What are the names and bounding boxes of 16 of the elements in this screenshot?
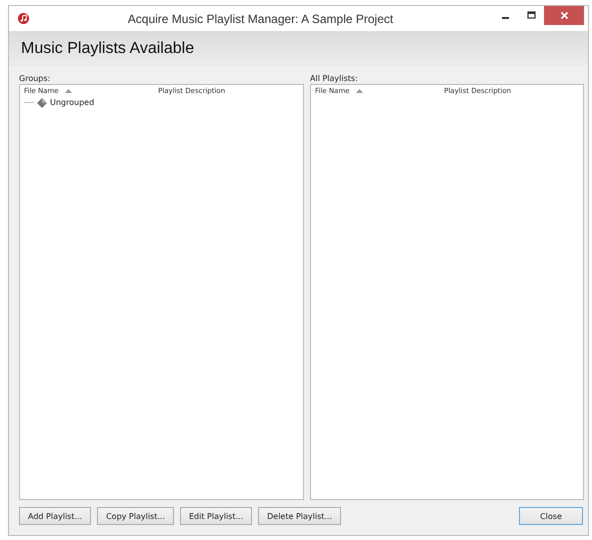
diamond-icon <box>37 98 47 108</box>
list-label: All Playlists: <box>310 74 359 83</box>
close-icon <box>560 11 568 20</box>
action-button[interactable]: Copy Playlist... <box>97 507 174 525</box>
maximize-icon <box>526 11 536 20</box>
list-label: Groups: <box>19 74 52 83</box>
page-heading: Music Playlists Available <box>21 40 194 58</box>
close-button[interactable] <box>544 6 584 25</box>
tree-line-icon <box>24 102 34 104</box>
tree-item[interactable]: Ungrouped <box>50 98 94 107</box>
close-dialog-button[interactable]: Close <box>519 507 583 525</box>
action-button[interactable]: Delete Playlist... <box>258 507 341 525</box>
music-note-icon <box>18 13 29 24</box>
window-title: Acquire Music Playlist Manager: A Sample Project <box>126 12 394 26</box>
action-button[interactable]: Edit Playlist... <box>180 507 252 525</box>
action-button[interactable]: Add Playlist... <box>19 507 92 525</box>
